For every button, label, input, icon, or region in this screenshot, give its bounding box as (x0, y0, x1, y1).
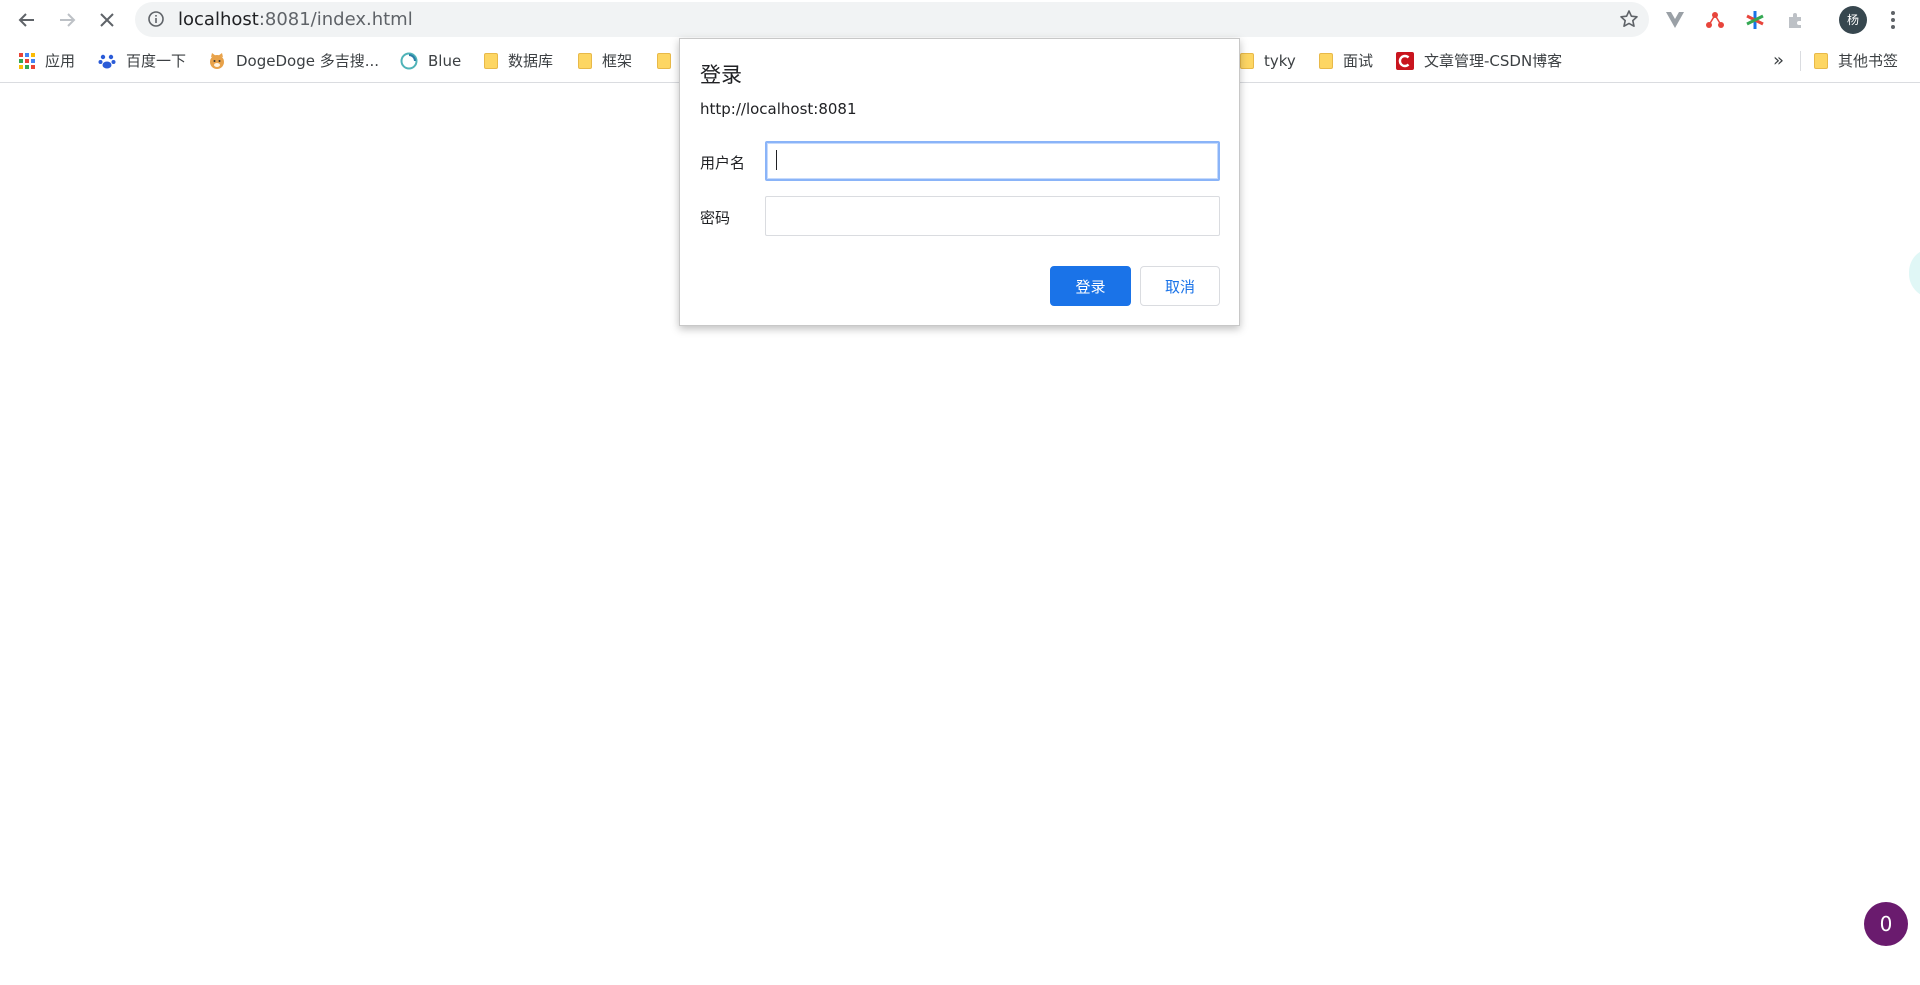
bookmark-label: 应用 (45, 52, 76, 70)
back-button[interactable] (10, 3, 44, 37)
bookmark-label: 面试 (1343, 52, 1374, 70)
stop-loading-button[interactable] (90, 3, 124, 37)
apps-grid-icon (19, 52, 35, 69)
browser-menu-icon[interactable] (1879, 6, 1907, 34)
url-host: localhost (178, 9, 259, 30)
bookmark-folder-hidden[interactable] (657, 39, 681, 82)
bookmark-star-icon[interactable] (1619, 9, 1639, 33)
bookmark-folder-framework[interactable]: 框架 (578, 39, 632, 82)
address-bar[interactable]: localhost:8081/index.html (135, 2, 1649, 37)
bookmarks-overflow-button[interactable]: » (1773, 39, 1784, 82)
bookmark-label: 框架 (602, 52, 633, 70)
extension-asterisk-icon[interactable] (1741, 6, 1769, 34)
cancel-button[interactable]: 取消 (1140, 266, 1220, 306)
bookmark-label: DogeDoge 多吉搜... (236, 52, 380, 70)
forward-button[interactable] (50, 3, 84, 37)
bookmark-label: tyky (1264, 51, 1296, 70)
baidu-paw-icon (98, 52, 116, 70)
url-text[interactable]: localhost:8081/index.html (178, 2, 413, 37)
csdn-icon (1396, 51, 1414, 70)
extension-puzzle-icon[interactable] (1781, 6, 1809, 34)
dialog-origin: http://localhost:8081 (700, 100, 857, 118)
password-input[interactable] (765, 196, 1220, 236)
text-caret (776, 150, 777, 170)
browser-toolbar: localhost:8081/index.html 杨 (0, 0, 1920, 39)
blue-swirl-icon (400, 52, 418, 70)
extension-vue-icon[interactable] (1661, 6, 1689, 34)
arrow-right-icon (60, 13, 76, 27)
folder-icon (1240, 52, 1254, 69)
bookmark-csdn[interactable]: 文章管理-CSDN博客 (1396, 39, 1562, 82)
bookmark-label: 其他书签 (1838, 52, 1899, 70)
bookmark-apps[interactable]: 应用 (19, 39, 75, 82)
bookmarks-divider (1800, 51, 1801, 71)
folder-icon (657, 52, 671, 69)
bookmark-baidu[interactable]: 百度一下 (98, 39, 186, 82)
bookmark-folder-database[interactable]: 数据库 (484, 39, 553, 82)
folder-icon (1814, 52, 1828, 69)
bookmark-other-folder[interactable]: 其他书签 (1814, 39, 1898, 82)
login-dialog: 登录 http://localhost:8081 用户名 密码 登录 取消 (679, 38, 1240, 326)
bookmark-folder-interview[interactable]: 面试 (1319, 39, 1373, 82)
login-button[interactable]: 登录 (1050, 266, 1131, 306)
bookmark-label: 文章管理-CSDN博客 (1424, 52, 1563, 70)
close-icon (100, 13, 114, 27)
folder-icon (1319, 52, 1333, 69)
site-info-icon[interactable] (147, 10, 165, 32)
bookmark-label: 百度一下 (126, 52, 187, 70)
arrow-left-icon (18, 13, 34, 27)
url-path: :8081/index.html (258, 9, 413, 30)
folder-icon (484, 52, 498, 69)
bookmark-label: Blue (428, 51, 462, 70)
edge-floating-tab[interactable] (1909, 248, 1920, 298)
dialog-title: 登录 (700, 63, 742, 87)
profile-avatar[interactable]: 杨 (1839, 6, 1867, 34)
username-input[interactable] (765, 141, 1220, 181)
bookmark-blue[interactable]: Blue (400, 39, 461, 82)
username-label: 用户名 (700, 154, 746, 172)
folder-icon (578, 52, 592, 69)
notification-count-badge[interactable]: 0 (1864, 902, 1908, 946)
bookmark-folder-tyky[interactable]: tyky (1240, 39, 1296, 82)
extension-network-icon[interactable] (1701, 6, 1729, 34)
bookmark-dogedoge[interactable]: DogeDoge 多吉搜... (208, 39, 379, 82)
password-label: 密码 (700, 209, 731, 227)
doge-icon (208, 52, 226, 70)
bookmark-label: 数据库 (508, 52, 554, 70)
